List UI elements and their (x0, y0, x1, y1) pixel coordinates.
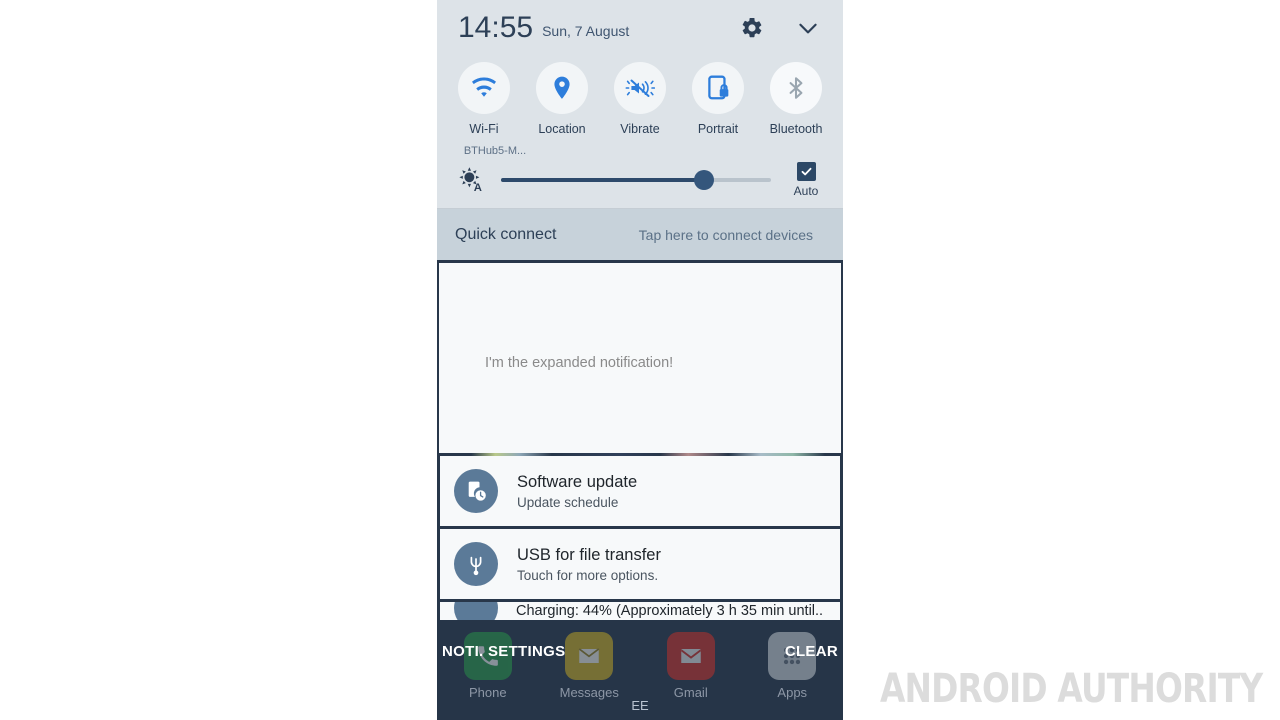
svg-text:A: A (474, 182, 482, 194)
notification-footer-actions: NOTI. SETTINGS CLEAR (437, 634, 843, 668)
brightness-slider[interactable] (501, 169, 771, 191)
notification-title: USB for file transfer (517, 545, 661, 564)
gear-icon[interactable] (735, 11, 769, 45)
android-authority-watermark: ANDROID AUTHORITY (879, 666, 1263, 712)
wifi-toggle-circle (458, 62, 510, 114)
auto-brightness-icon[interactable]: A (455, 164, 487, 196)
brightness-row: A Auto (437, 156, 843, 204)
quick-toggle-wifi[interactable]: Wi-Fi BTHub5-M... (445, 62, 526, 157)
quick-connect-bar[interactable]: Quick connect Tap here to connect device… (437, 209, 843, 260)
quick-toggle-label: Bluetooth (769, 122, 823, 136)
usb-icon (454, 542, 498, 586)
portrait-toggle-circle (692, 62, 744, 114)
slider-thumb[interactable] (693, 170, 714, 190)
chevron-down-icon[interactable] (791, 11, 825, 45)
checkbox-checked-icon[interactable] (796, 162, 816, 181)
wifi-icon (471, 77, 497, 97)
bluetooth-toggle-circle (770, 62, 822, 114)
location-toggle-circle (536, 62, 588, 114)
expanded-notification-body: I'm the expanded notification! (485, 355, 674, 371)
screenshot-root: 14:55 Sun, 7 August Wi-Fi BTHub5-M... Lo… (0, 0, 1280, 720)
phone-screen: 14:55 Sun, 7 August Wi-Fi BTHub5-M... Lo… (437, 0, 843, 720)
quick-toggle-label: Portrait (697, 122, 739, 136)
clock: 14:55 (458, 11, 534, 44)
vibrate-icon (625, 79, 655, 97)
software-update-icon (454, 469, 498, 513)
carrier-label: EE (631, 698, 649, 713)
quick-toggle-bluetooth[interactable]: Bluetooth (757, 62, 835, 136)
status-header: 14:55 Sun, 7 August (437, 0, 843, 56)
notification-subtitle: Update schedule (517, 495, 619, 511)
clear-button[interactable]: CLEAR (785, 643, 838, 660)
wifi-ssid-label: BTHub5-M... (463, 145, 527, 157)
quick-toggle-location[interactable]: Location (523, 62, 601, 136)
notification-text-block: USB for file transfer Touch for more opt… (517, 545, 661, 584)
quick-toggles-row: Wi-Fi BTHub5-M... Location Vibrate Portr… (437, 56, 843, 157)
notification-usb-file-transfer[interactable]: USB for file transfer Touch for more opt… (437, 529, 843, 602)
quick-settings-panel: 14:55 Sun, 7 August Wi-Fi BTHub5-M... Lo… (437, 0, 843, 209)
auto-label: Auto (793, 184, 819, 198)
screen-rotation-lock-icon (708, 75, 729, 100)
notification-software-update[interactable]: Software update Update schedule (437, 456, 843, 529)
quick-toggle-label: Wi-Fi (469, 122, 499, 136)
quick-connect-hint: Tap here to connect devices (638, 226, 813, 243)
quick-toggle-label: Location (538, 122, 586, 136)
charging-status-text: Charging: 44% (Approximately 3 h 35 min … (516, 603, 824, 619)
expanded-notification-card[interactable]: I'm the expanded notification! (437, 260, 843, 456)
notification-stack: I'm the expanded notification! Software … (437, 260, 843, 631)
notification-title: Software update (517, 472, 638, 491)
noti-settings-button[interactable]: NOTI. SETTINGS (442, 643, 565, 660)
date-label: Sun, 7 August (542, 23, 630, 39)
notification-text-block: Software update Update schedule (517, 472, 637, 511)
quick-toggle-vibrate[interactable]: Vibrate (601, 62, 679, 136)
notification-subtitle: Touch for more options. (517, 568, 659, 584)
vibrate-toggle-circle (614, 62, 666, 114)
auto-brightness-toggle[interactable]: Auto (783, 162, 829, 198)
quick-toggle-portrait[interactable]: Portrait (679, 62, 757, 136)
quick-toggle-label: Vibrate (620, 122, 660, 136)
bluetooth-icon (789, 77, 803, 99)
slider-fill (501, 178, 704, 182)
location-pin-icon (554, 76, 570, 99)
quick-connect-title: Quick connect (455, 225, 557, 243)
